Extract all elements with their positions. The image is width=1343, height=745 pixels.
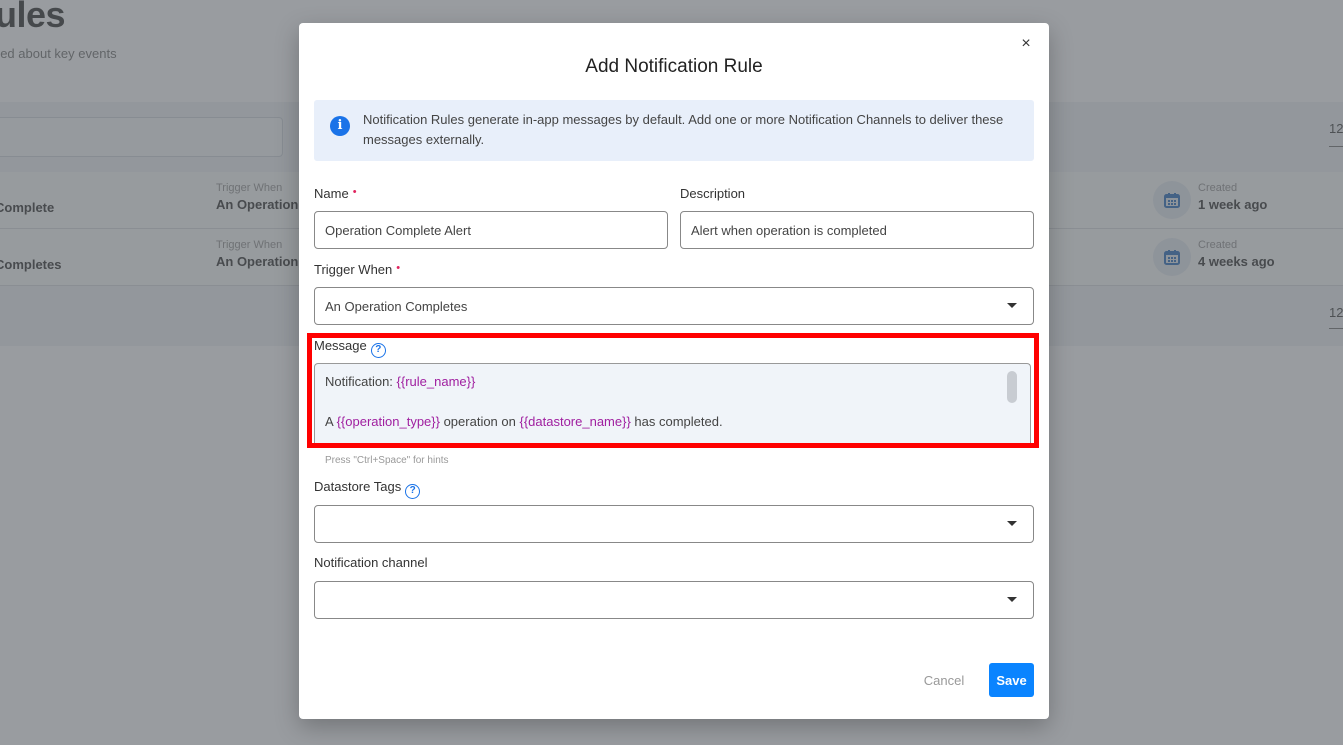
datastore-tags-select[interactable] xyxy=(314,505,1034,543)
template-variable: {{rule_name}} xyxy=(396,374,476,389)
description-input[interactable] xyxy=(680,211,1034,249)
info-text: Notification Rules generate in-app messa… xyxy=(363,112,1004,147)
trigger-select[interactable]: An Operation Completes xyxy=(314,287,1034,325)
required-marker: • xyxy=(396,262,401,274)
close-button[interactable]: × xyxy=(1017,35,1035,53)
save-button[interactable]: Save xyxy=(989,663,1034,697)
trigger-select-value: An Operation Completes xyxy=(325,299,468,314)
name-label: Name • xyxy=(314,186,357,201)
required-marker: • xyxy=(352,186,357,198)
description-label: Description xyxy=(680,186,746,201)
template-variable: {{operation_type}} xyxy=(336,414,440,429)
info-banner: i Notification Rules generate in-app mes… xyxy=(314,100,1034,161)
info-icon: i xyxy=(330,116,350,136)
notification-channel-label: Notification channel xyxy=(314,555,428,570)
dialog-title: Add Notification Rule xyxy=(585,56,763,77)
message-label: Message? xyxy=(314,338,386,358)
template-variable: {{datastore_name}} xyxy=(519,414,631,429)
notification-channel-select[interactable] xyxy=(314,581,1034,619)
datastore-tags-label: Datastore Tags? xyxy=(314,479,421,499)
trigger-label: Trigger When • xyxy=(314,262,401,277)
message-editor[interactable]: Notification: {{rule_name}} A {{operatio… xyxy=(314,363,1031,443)
chevron-down-icon xyxy=(1007,521,1017,526)
close-icon: × xyxy=(1021,35,1031,52)
name-input[interactable] xyxy=(314,211,668,249)
scrollbar-thumb[interactable] xyxy=(1007,371,1017,403)
help-icon[interactable]: ? xyxy=(370,343,386,358)
add-notification-rule-dialog: × Add Notification Rule i Notification R… xyxy=(299,23,1049,719)
cancel-button[interactable]: Cancel xyxy=(913,663,975,697)
chevron-down-icon xyxy=(1007,303,1017,308)
editor-hint: Press "Ctrl+Space" for hints xyxy=(325,455,449,466)
message-line-2: A {{operation_type}} operation on {{data… xyxy=(325,414,723,429)
message-line-1: Notification: {{rule_name}} xyxy=(325,374,476,389)
chevron-down-icon xyxy=(1007,597,1017,602)
help-icon[interactable]: ? xyxy=(405,484,421,499)
